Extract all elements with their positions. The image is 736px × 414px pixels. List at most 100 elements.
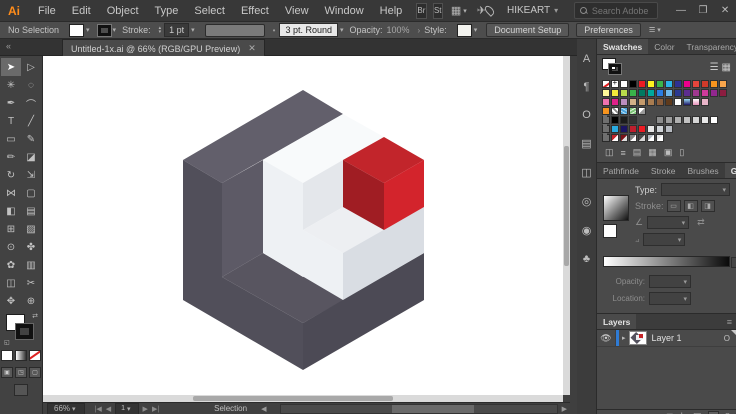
delete-swatch-icon[interactable]: ▯ bbox=[679, 147, 684, 158]
swatch[interactable] bbox=[611, 116, 619, 124]
stroke-proxy[interactable] bbox=[15, 323, 34, 340]
tab-swatches[interactable]: Swatches bbox=[597, 39, 649, 54]
tab-stroke[interactable]: Stroke bbox=[645, 163, 682, 178]
swatch[interactable] bbox=[638, 125, 646, 133]
swatch[interactable] bbox=[665, 125, 673, 133]
document-setup-button[interactable]: Document Setup bbox=[486, 23, 570, 37]
swatch-pat-blue[interactable] bbox=[620, 107, 628, 115]
swatch[interactable] bbox=[656, 125, 664, 133]
swap-fill-stroke-icon[interactable]: ⇄ bbox=[32, 312, 38, 320]
collect-export-icon[interactable]: ▤ bbox=[693, 411, 702, 414]
horizontal-scrollbar-thumb[interactable] bbox=[193, 396, 393, 401]
gradient-stroke-button-1[interactable]: ▭ bbox=[666, 200, 681, 212]
mesh-tool[interactable]: ⊞ bbox=[1, 220, 21, 238]
swatch[interactable] bbox=[611, 125, 619, 133]
screen-mode-button[interactable] bbox=[14, 384, 28, 396]
status-scrollbar[interactable] bbox=[280, 403, 558, 414]
line-segment-tool[interactable]: ╱ bbox=[21, 112, 41, 130]
document-tab[interactable]: Untitled-1x.ai @ 66% (RGB/GPU Preview) ✕ bbox=[62, 39, 265, 57]
opacity-value[interactable]: 100% bbox=[387, 25, 410, 35]
swatch[interactable] bbox=[683, 80, 691, 88]
swatch[interactable] bbox=[683, 116, 691, 124]
artboards-panel-icon[interactable]: ◫ bbox=[581, 166, 591, 179]
menu-type[interactable]: Type bbox=[147, 5, 187, 17]
swatch[interactable] bbox=[629, 116, 637, 124]
swatch-kinds-icon[interactable]: ≡ bbox=[621, 148, 626, 158]
selection-tool[interactable]: ➤ bbox=[1, 58, 21, 76]
style-chevron-icon[interactable]: ▾ bbox=[474, 26, 478, 34]
swatch[interactable] bbox=[638, 80, 646, 88]
canvas[interactable] bbox=[43, 56, 563, 395]
stroke-weight-field[interactable]: 1 pt bbox=[164, 23, 190, 37]
swatch-grad-pink[interactable] bbox=[692, 98, 700, 106]
gradient-type-select[interactable]: ▾ bbox=[661, 183, 730, 196]
swatch-grad-blue[interactable] bbox=[683, 98, 691, 106]
close-button[interactable]: ✕ bbox=[714, 3, 736, 19]
none-mode-button[interactable] bbox=[29, 350, 41, 361]
gradient-location-select[interactable]: ▾ bbox=[649, 292, 691, 305]
swatch[interactable] bbox=[602, 89, 610, 97]
vertical-scrollbar-thumb[interactable] bbox=[564, 146, 569, 266]
new-swatch-icon[interactable]: ▣ bbox=[664, 147, 673, 158]
minimize-button[interactable]: — bbox=[670, 3, 692, 19]
swatch-libraries-icon[interactable]: ◫ bbox=[605, 147, 614, 158]
swatch-split-white[interactable] bbox=[656, 134, 664, 142]
swatch-checker[interactable] bbox=[611, 107, 619, 115]
brush-definition-field[interactable]: 3 pt. Round bbox=[279, 23, 338, 37]
swatch[interactable] bbox=[629, 98, 637, 106]
fill-chevron-icon[interactable]: ▾ bbox=[86, 26, 90, 34]
layer-row[interactable]: 👁 ▸ Layer 1 O bbox=[597, 330, 736, 347]
tab-close-icon[interactable]: ✕ bbox=[248, 43, 256, 54]
column-graph-tool[interactable]: ▥ bbox=[21, 256, 41, 274]
last-artboard-icon[interactable]: ▶| bbox=[152, 405, 159, 413]
rectangle-tool[interactable]: ▭ bbox=[1, 130, 21, 148]
swatch[interactable] bbox=[620, 98, 628, 106]
color-mode-button[interactable] bbox=[1, 350, 13, 361]
direct-selection-tool[interactable]: ▷ bbox=[21, 58, 41, 76]
menu-edit[interactable]: Edit bbox=[64, 5, 99, 17]
swatch[interactable] bbox=[611, 89, 619, 97]
more-options-chevron-icon[interactable]: › bbox=[418, 26, 421, 35]
tab-brushes[interactable]: Brushes bbox=[682, 163, 725, 178]
menu-effect[interactable]: Effect bbox=[233, 5, 277, 17]
paintbrush-tool[interactable]: ✎ bbox=[21, 130, 41, 148]
gradient-thumbnail[interactable] bbox=[603, 195, 629, 221]
workspace-switcher-icon[interactable]: ▦ bbox=[451, 4, 461, 17]
width-tool[interactable]: ⋈ bbox=[1, 184, 21, 202]
opentype-panel-icon[interactable]: O bbox=[582, 109, 591, 121]
bridge-button[interactable]: Br bbox=[416, 2, 427, 19]
swatch[interactable] bbox=[647, 89, 655, 97]
search-input[interactable] bbox=[589, 4, 653, 17]
menu-object[interactable]: Object bbox=[99, 5, 147, 17]
tab-color[interactable]: Color bbox=[648, 39, 680, 54]
swatch[interactable] bbox=[629, 89, 637, 97]
fill-swatch[interactable] bbox=[69, 23, 85, 37]
first-artboard-icon[interactable]: |◀ bbox=[95, 405, 102, 413]
gradient-mode-button[interactable] bbox=[15, 350, 27, 361]
tab-layers[interactable]: Layers bbox=[597, 314, 637, 329]
swatch[interactable] bbox=[674, 98, 682, 106]
stroke-weight-stepper[interactable]: ▴ ▾ bbox=[159, 26, 162, 35]
layer-expand-chevron-icon[interactable]: ▸ bbox=[622, 334, 626, 342]
scroll-right-icon[interactable]: ▶ bbox=[562, 405, 567, 413]
swatch[interactable] bbox=[674, 116, 682, 124]
tab-pathfinder[interactable]: Pathfinde bbox=[597, 163, 645, 178]
gradient-stroke-button-3[interactable]: ◨ bbox=[700, 200, 715, 212]
swatch[interactable] bbox=[638, 89, 646, 97]
swatch[interactable] bbox=[665, 80, 673, 88]
next-artboard-icon[interactable]: ▶ bbox=[143, 405, 148, 413]
swatch[interactable] bbox=[692, 116, 700, 124]
swatch[interactable] bbox=[692, 80, 700, 88]
swatch[interactable] bbox=[647, 80, 655, 88]
swatch[interactable] bbox=[620, 89, 628, 97]
gradient-aspect-select[interactable]: ▾ bbox=[643, 233, 686, 246]
gradient-slider-button[interactable] bbox=[731, 257, 736, 268]
swatch[interactable] bbox=[710, 89, 718, 97]
swatch[interactable] bbox=[701, 98, 709, 106]
lasso-tool[interactable]: ◌ bbox=[21, 76, 41, 94]
stock-button[interactable]: St bbox=[432, 2, 443, 19]
menu-window[interactable]: Window bbox=[317, 5, 372, 17]
swatch-pat-green[interactable] bbox=[629, 107, 637, 115]
libraries-panel-icon[interactable]: ▤ bbox=[581, 137, 591, 150]
swatch-split-dkgray[interactable] bbox=[638, 134, 646, 142]
